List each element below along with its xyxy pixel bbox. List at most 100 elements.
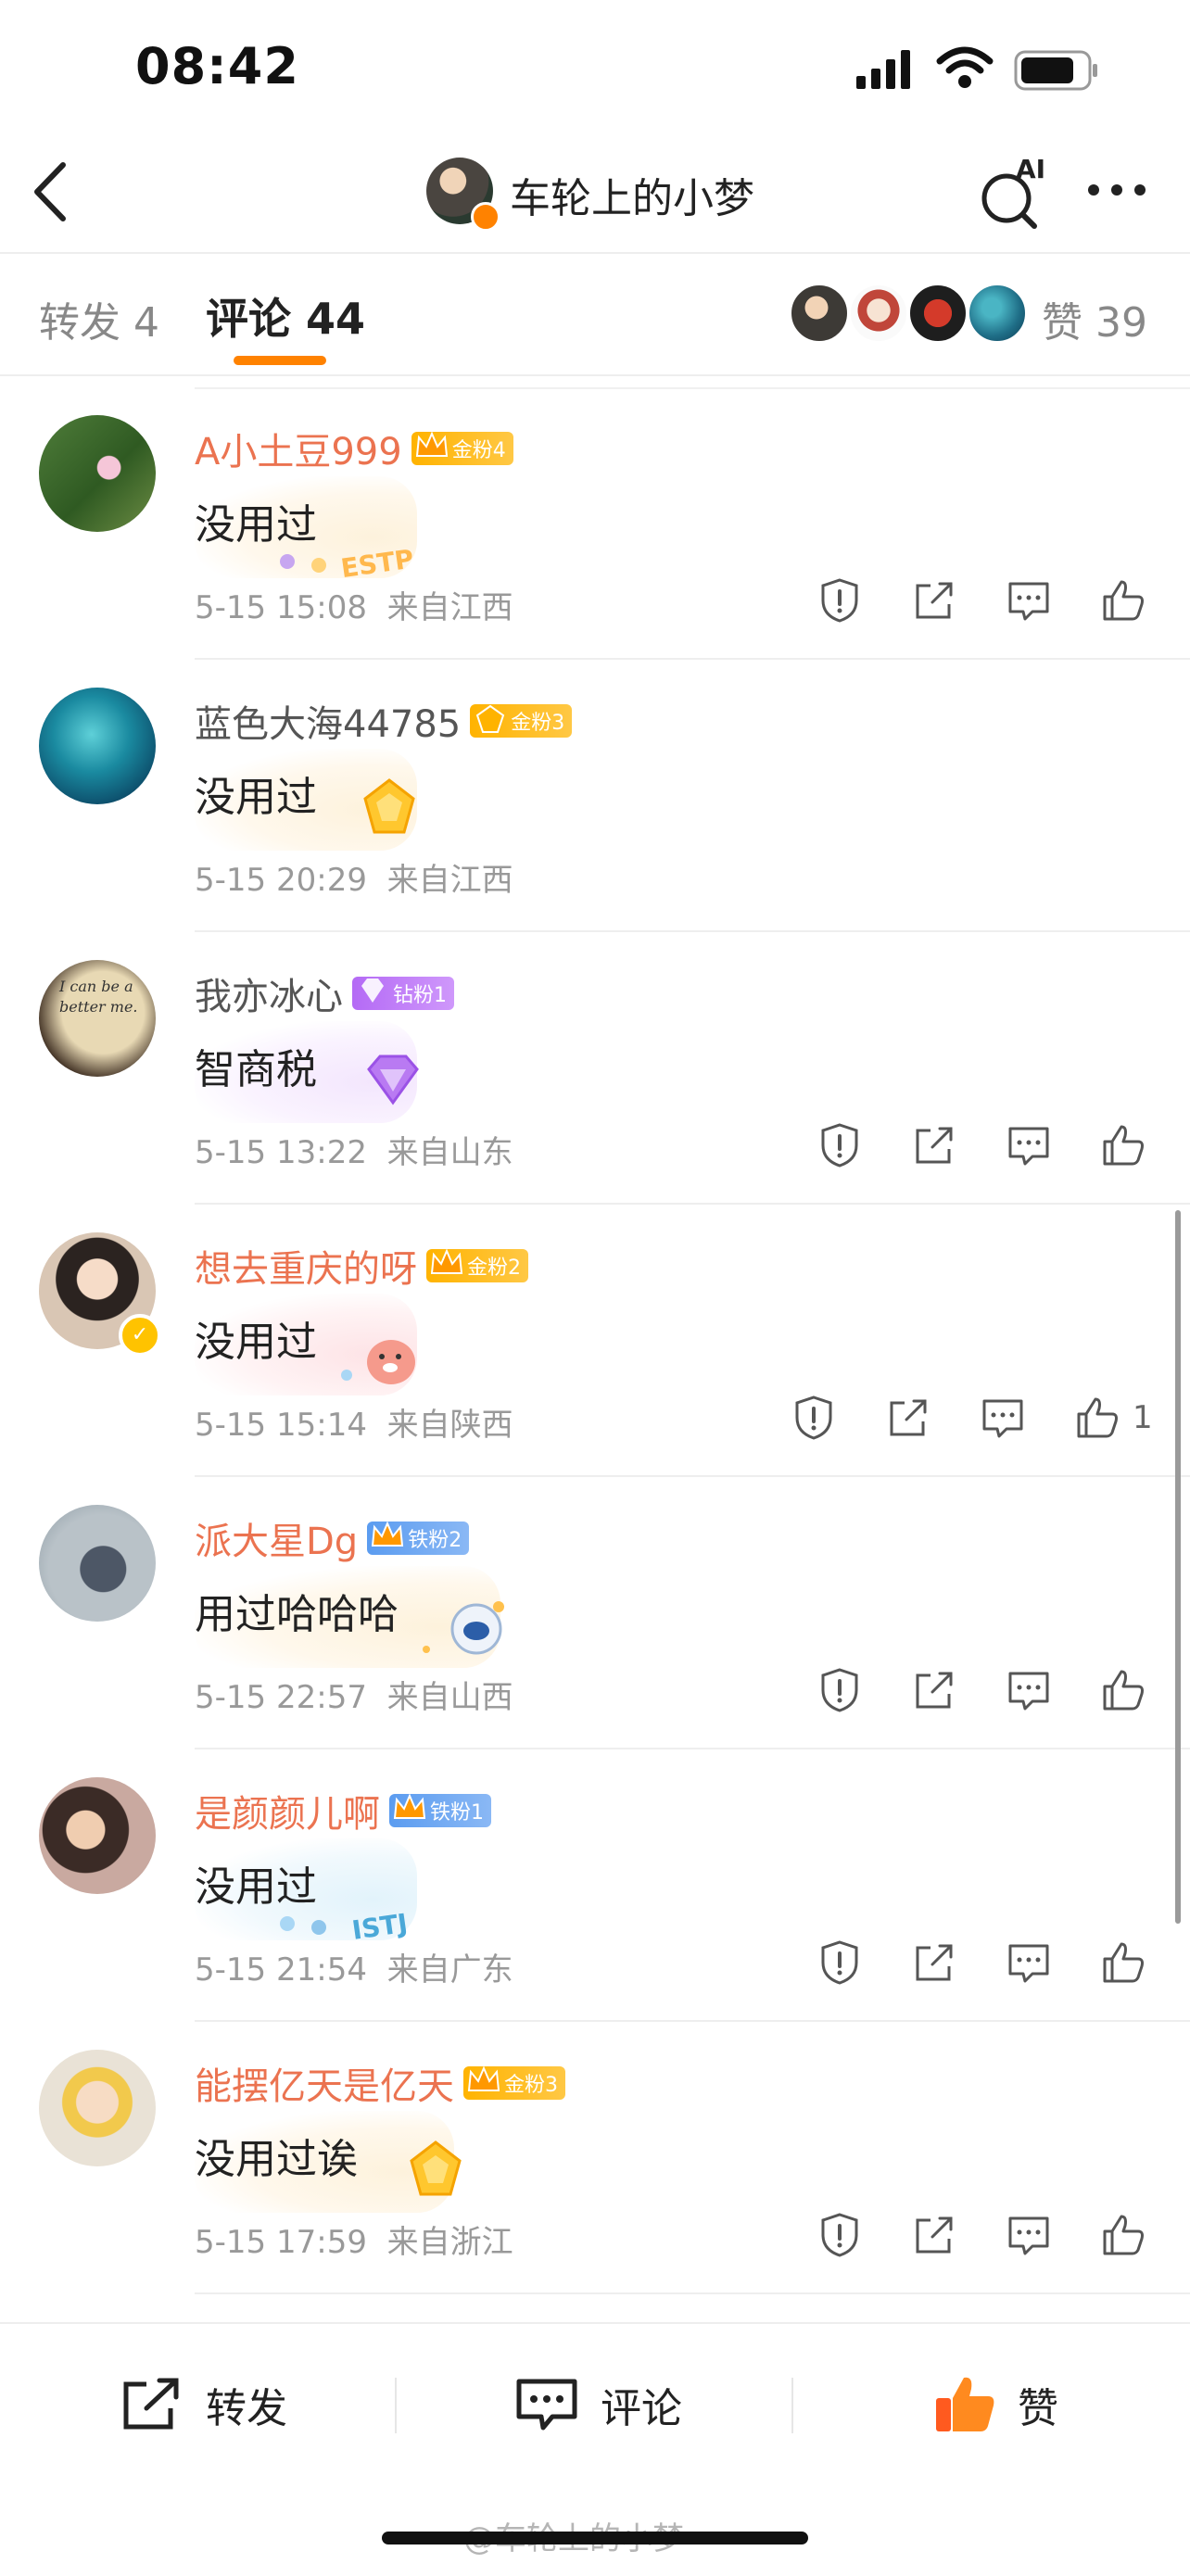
comment-label: 评论 <box>601 2385 682 2432</box>
verified-badge-icon <box>471 202 500 232</box>
reply-icon[interactable] <box>1005 1121 1053 1169</box>
comment-item[interactable]: 是颜颜儿啊 铁粉1 没用过 ISTJ 5-15 21:54 来自广东 <box>0 1749 1190 2022</box>
like-icon[interactable] <box>1073 1394 1121 1442</box>
fan-badge-label: 钻粉1 <box>393 984 447 1007</box>
avatar[interactable] <box>39 415 156 532</box>
divider <box>0 252 1190 254</box>
fan-badge[interactable]: 铁粉1 <box>389 1793 491 1827</box>
divider <box>395 2378 397 2433</box>
like-icon[interactable] <box>1099 576 1147 625</box>
tab-like[interactable]: 赞 39 <box>1042 289 1147 348</box>
comment-item[interactable]: 蓝色大海44785 金粉3 没用过 5-15 20:29 来自江西 <box>0 660 1190 932</box>
comment-text: 用过哈哈哈 <box>195 1591 399 1638</box>
username[interactable]: A小土豆999 <box>195 422 402 475</box>
comment-location: 来自江西 <box>386 589 513 626</box>
comment-date: 5-15 15:14 <box>195 1407 367 1444</box>
gold-gem-sticker-icon <box>410 2140 462 2196</box>
like-icon[interactable] <box>1099 2211 1147 2259</box>
comment-text: 没用过诶 <box>195 2136 358 2183</box>
share-icon[interactable] <box>910 576 958 625</box>
fan-badge[interactable]: 金粉4 <box>411 431 513 465</box>
comment-item[interactable]: 派大星Dg 铁粉2 用过哈哈哈 5-15 22:57 来自山西 <box>0 1477 1190 1749</box>
gold-gem-sticker-icon <box>363 778 415 834</box>
like-filled-icon <box>936 2377 994 2431</box>
avatar[interactable] <box>39 2050 156 2166</box>
reply-icon[interactable] <box>1005 2211 1053 2259</box>
liker-avatars[interactable] <box>790 284 1031 343</box>
avatar[interactable] <box>39 1777 156 1894</box>
comment-location: 来自山西 <box>386 1679 513 1716</box>
comment-date: 5-15 21:54 <box>195 1951 367 1989</box>
reply-icon[interactable] <box>1005 576 1053 625</box>
share-icon[interactable] <box>910 2211 958 2259</box>
like-button[interactable]: 赞 <box>932 2372 1058 2437</box>
fan-badge[interactable]: 铁粉2 <box>367 1521 470 1555</box>
share-icon[interactable] <box>910 1938 958 1987</box>
fan-badge[interactable]: 金粉3 <box>463 2065 565 2100</box>
fan-badge[interactable]: 金粉3 <box>470 704 573 738</box>
comment-button[interactable]: 评论 <box>515 2372 682 2437</box>
comment-item[interactable]: 能摆亿天是亿天 金粉3 没用过诶 5-15 17:59 来自浙江 <box>0 2022 1190 2294</box>
report-icon[interactable] <box>816 2211 864 2259</box>
liker-avatar <box>790 284 849 343</box>
share-icon[interactable] <box>910 1121 958 1169</box>
report-icon[interactable] <box>790 1394 838 1442</box>
comment-date: 5-15 17:59 <box>195 2224 367 2261</box>
home-indicator[interactable] <box>382 2532 808 2544</box>
tab-comment[interactable]: 评论 44 <box>206 285 365 347</box>
reply-icon[interactable] <box>979 1394 1027 1442</box>
chevron-left-icon[interactable] <box>28 159 74 224</box>
more-icon[interactable] <box>1084 176 1149 204</box>
scrollbar[interactable] <box>1175 1210 1181 1924</box>
fan-badge-label: 金粉3 <box>504 2074 558 2097</box>
page-title[interactable]: 车轮上的小梦 <box>510 165 754 224</box>
reply-icon[interactable] <box>1005 1666 1053 1714</box>
tab-comment-label: 评论 <box>206 294 291 344</box>
crown-icon <box>430 1248 463 1274</box>
diamond-icon <box>361 979 384 1003</box>
repost-button[interactable]: 转发 <box>120 2372 287 2437</box>
like-icon[interactable] <box>1099 1938 1147 1987</box>
report-icon[interactable] <box>816 576 864 625</box>
liker-avatar <box>849 284 908 343</box>
share-icon[interactable] <box>884 1394 932 1442</box>
like-icon[interactable] <box>1099 1666 1147 1714</box>
username[interactable]: 蓝色大海44785 <box>195 694 461 748</box>
comment-date: 5-15 20:29 <box>195 862 367 899</box>
tab-comment-count: 44 <box>306 294 366 344</box>
report-icon[interactable] <box>816 1938 864 1987</box>
username[interactable]: 是颜颜儿啊 <box>195 1784 380 1837</box>
like-icon[interactable] <box>1099 1121 1147 1169</box>
fan-badge[interactable]: 金粉2 <box>426 1248 528 1282</box>
reply-icon[interactable] <box>1005 1938 1053 1987</box>
username[interactable]: 想去重庆的呀 <box>195 1239 417 1293</box>
comment-location: 来自陕西 <box>386 1407 513 1444</box>
comment-text: 智商税 <box>195 1046 317 1093</box>
avatar[interactable] <box>39 688 156 804</box>
avatar[interactable]: I can be a better me. <box>39 960 156 1077</box>
username-row: 蓝色大海44785 金粉3 <box>195 693 573 749</box>
comment-item[interactable]: I can be a better me. 我亦冰心 钻粉1 智商税 5-15 … <box>0 932 1190 1205</box>
share-icon[interactable] <box>910 1666 958 1714</box>
comment-item[interactable]: A小土豆999 金粉4 没用过 ESTP 5-15 15:08 来自江西 <box>0 387 1190 660</box>
report-icon[interactable] <box>816 1121 864 1169</box>
comment-meta: 5-15 20:29 来自江西 <box>195 854 513 900</box>
tab-repost-label: 转发 <box>39 299 120 347</box>
comment-date: 5-15 22:57 <box>195 1679 367 1716</box>
like-label: 赞 <box>1018 2385 1058 2432</box>
divider <box>195 2292 1190 2294</box>
username[interactable]: 能摆亿天是亿天 <box>195 2056 454 2110</box>
username[interactable]: 我亦冰心 <box>195 966 343 1020</box>
fan-badge-label: 铁粉1 <box>430 1801 484 1825</box>
report-icon[interactable] <box>816 1666 864 1714</box>
fan-badge[interactable]: 钻粉1 <box>352 977 454 1010</box>
ai-label: AI <box>1016 156 1045 184</box>
tab-repost[interactable]: 转发 4 <box>39 289 159 348</box>
comment-location: 来自山东 <box>386 1134 513 1171</box>
comment-item[interactable]: ✓ 想去重庆的呀 金粉2 没用过 5-15 15:14 来自陕西 1 <box>0 1205 1190 1477</box>
avatar[interactable] <box>39 1505 156 1622</box>
username[interactable]: 派大星Dg <box>195 1511 358 1565</box>
comment-meta: 5-15 21:54 来自广东 <box>195 1944 513 1989</box>
ai-search-icon[interactable]: AI <box>975 156 1049 230</box>
tab-like-label: 赞 <box>1042 299 1082 347</box>
